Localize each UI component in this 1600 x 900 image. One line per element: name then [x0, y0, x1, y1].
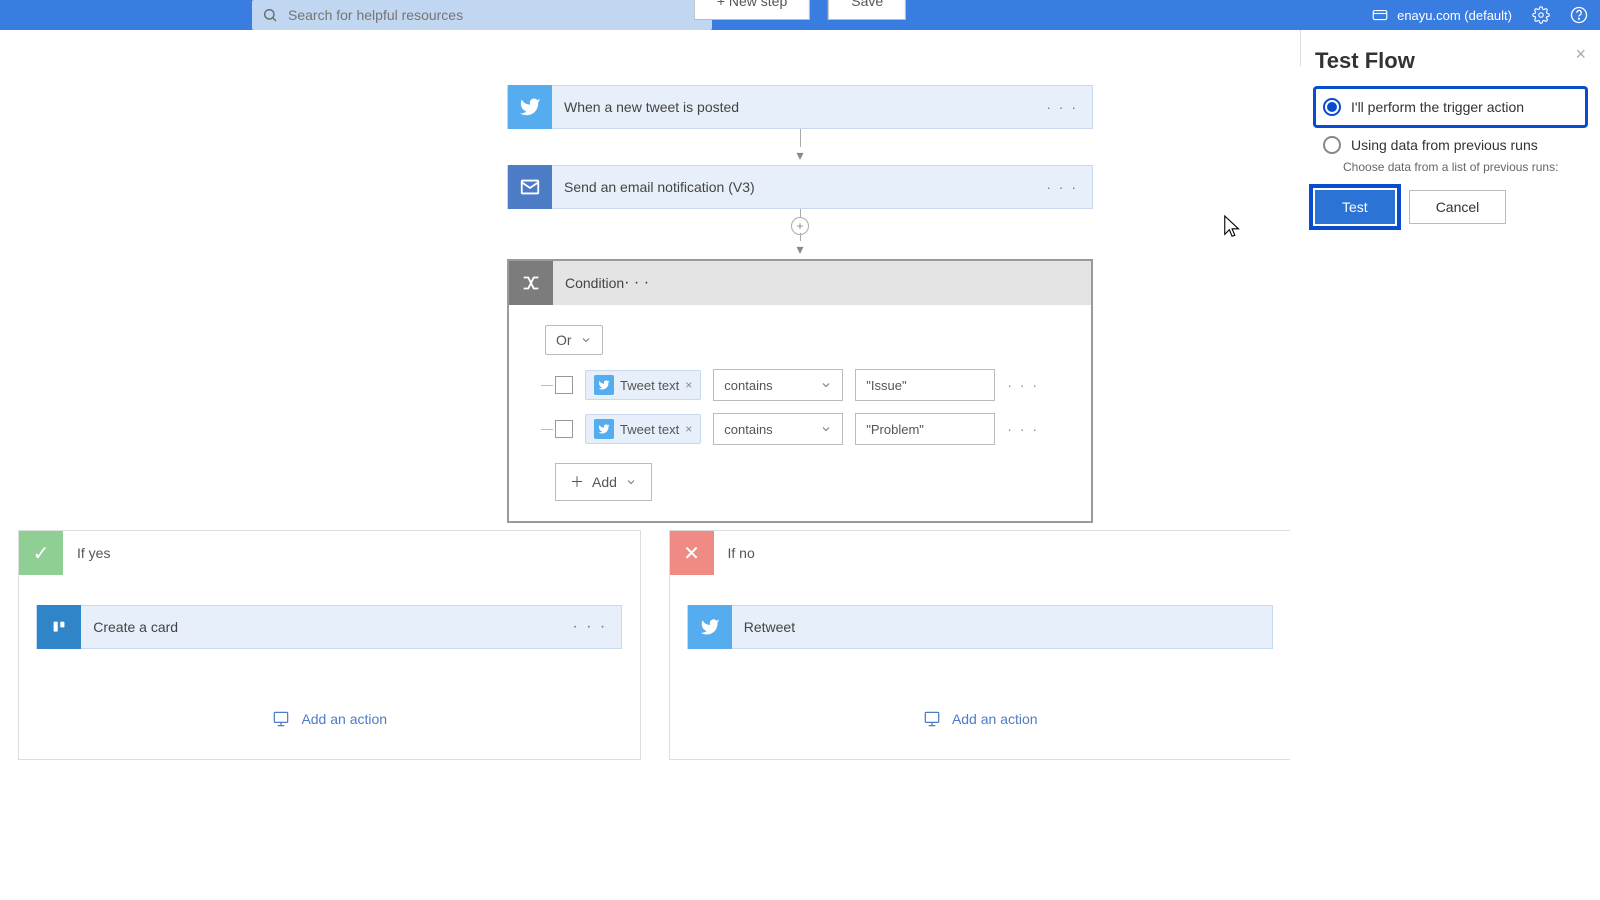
group-operator-label: Or — [556, 332, 572, 348]
token-remove[interactable]: × — [685, 422, 692, 436]
twitter-icon — [688, 605, 732, 649]
value-input[interactable] — [855, 369, 995, 401]
condition-row: Tweet text × contains · · · — [555, 413, 1061, 445]
group-operator-select[interactable]: Or — [545, 325, 603, 355]
email-action-card[interactable]: Send an email notification (V3) · · · — [507, 165, 1093, 209]
mail-icon — [508, 165, 552, 209]
row-menu[interactable]: · · · — [1007, 377, 1039, 393]
condition-row: Tweet text × contains · · · — [555, 369, 1061, 401]
condition-header[interactable]: Condition · · · — [509, 261, 1091, 305]
twitter-icon — [594, 419, 614, 439]
condition-body: Or Tweet text × contains — [509, 305, 1091, 521]
operator-select[interactable]: contains — [713, 413, 843, 445]
condition-title: Condition — [565, 275, 624, 291]
radio-label: Using data from previous runs — [1351, 137, 1538, 153]
trigger-title: When a new tweet is posted — [564, 99, 739, 115]
twitter-icon — [594, 375, 614, 395]
operator-select[interactable]: contains — [713, 369, 843, 401]
row-menu[interactable]: · · · — [1007, 421, 1039, 437]
help-icon[interactable] — [1570, 6, 1588, 24]
condition-rows: Tweet text × contains · · · — [555, 369, 1061, 501]
add-action-icon — [271, 709, 291, 729]
chevron-down-icon — [625, 476, 637, 488]
radio-option-previous[interactable]: Using data from previous runs — [1315, 126, 1586, 164]
environment-label: enayu.com (default) — [1397, 8, 1512, 23]
row-checkbox[interactable] — [555, 420, 573, 438]
twitter-icon — [508, 85, 552, 129]
add-label: Add — [592, 474, 617, 490]
condition-icon — [509, 261, 553, 305]
panel-buttons: Test Cancel — [1315, 190, 1586, 224]
retweet-action[interactable]: Retweet — [687, 605, 1273, 649]
gear-icon[interactable] — [1532, 6, 1550, 24]
add-action-label: Add an action — [952, 711, 1038, 727]
trigger-card[interactable]: When a new tweet is posted · · · — [507, 85, 1093, 129]
check-icon: ✓ — [19, 531, 63, 575]
search-input[interactable] — [288, 7, 702, 23]
operator-label: contains — [724, 422, 772, 437]
test-button[interactable]: Test — [1315, 190, 1395, 224]
if-no-header[interactable]: ✕ If no — [670, 531, 1291, 575]
condition-menu[interactable]: · · · — [624, 274, 649, 292]
previous-runs-note: Choose data from a list of previous runs… — [1343, 160, 1586, 174]
cancel-button[interactable]: Cancel — [1409, 190, 1507, 224]
token-remove[interactable]: × — [685, 378, 692, 392]
new-step-button[interactable]: + New step — [694, 0, 810, 20]
environment-picker[interactable]: enayu.com (default) — [1371, 6, 1512, 24]
token-label: Tweet text — [620, 422, 679, 437]
condition-branches: ✓ If yes Create a card · · · Add an acti… — [18, 530, 1290, 760]
email-action-menu[interactable]: · · · — [1046, 179, 1078, 195]
search-icon — [262, 7, 278, 23]
create-card-action[interactable]: Create a card · · · — [36, 605, 622, 649]
retweet-title: Retweet — [744, 619, 795, 635]
add-action-no[interactable]: Add an action — [922, 709, 1038, 729]
dynamic-token[interactable]: Tweet text × — [585, 370, 701, 400]
value-input[interactable] — [855, 413, 995, 445]
test-flow-panel: × Test Flow I'll perform the trigger act… — [1300, 30, 1600, 66]
add-condition-button[interactable]: ＋ Add — [555, 463, 652, 501]
row-checkbox[interactable] — [555, 376, 573, 394]
radio-option-perform[interactable]: I'll perform the trigger action — [1315, 88, 1586, 126]
panel-title: Test Flow — [1315, 48, 1586, 74]
operator-label: contains — [724, 378, 772, 393]
if-no-branch: ✕ If no Retweet Add an action — [669, 530, 1291, 760]
connector-with-add: + — [791, 209, 809, 259]
save-button[interactable]: Save — [828, 0, 906, 20]
email-action-title: Send an email notification (V3) — [564, 179, 755, 195]
if-yes-header[interactable]: ✓ If yes — [19, 531, 640, 575]
chevron-down-icon — [820, 423, 832, 435]
cross-icon: ✕ — [670, 531, 714, 575]
chevron-down-icon — [580, 334, 592, 346]
add-action-icon — [922, 709, 942, 729]
add-action-yes[interactable]: Add an action — [271, 709, 387, 729]
flow-column: When a new tweet is posted · · · Send an… — [507, 85, 1093, 523]
condition-card[interactable]: Condition · · · Or Tweet text × — [507, 259, 1093, 523]
dynamic-token[interactable]: Tweet text × — [585, 414, 701, 444]
create-card-menu[interactable]: · · · — [572, 618, 607, 636]
if-no-title: If no — [728, 545, 755, 561]
header-right: enayu.com (default) — [1371, 6, 1588, 24]
close-icon[interactable]: × — [1575, 44, 1586, 65]
radio-icon — [1323, 136, 1341, 154]
connector — [796, 129, 803, 165]
create-card-title: Create a card — [93, 619, 178, 635]
if-yes-title: If yes — [77, 545, 110, 561]
environment-icon — [1371, 6, 1389, 24]
add-action-label: Add an action — [301, 711, 387, 727]
trello-icon — [37, 605, 81, 649]
if-yes-branch: ✓ If yes Create a card · · · Add an acti… — [18, 530, 641, 760]
chevron-down-icon — [820, 379, 832, 391]
radio-label: I'll perform the trigger action — [1351, 99, 1524, 115]
token-label: Tweet text — [620, 378, 679, 393]
cursor-icon — [1222, 214, 1244, 240]
radio-icon — [1323, 98, 1341, 116]
search-box[interactable] — [252, 0, 712, 30]
footer-buttons: + New step Save — [694, 0, 906, 20]
plus-icon: ＋ — [570, 472, 584, 492]
trigger-menu[interactable]: · · · — [1046, 99, 1078, 115]
